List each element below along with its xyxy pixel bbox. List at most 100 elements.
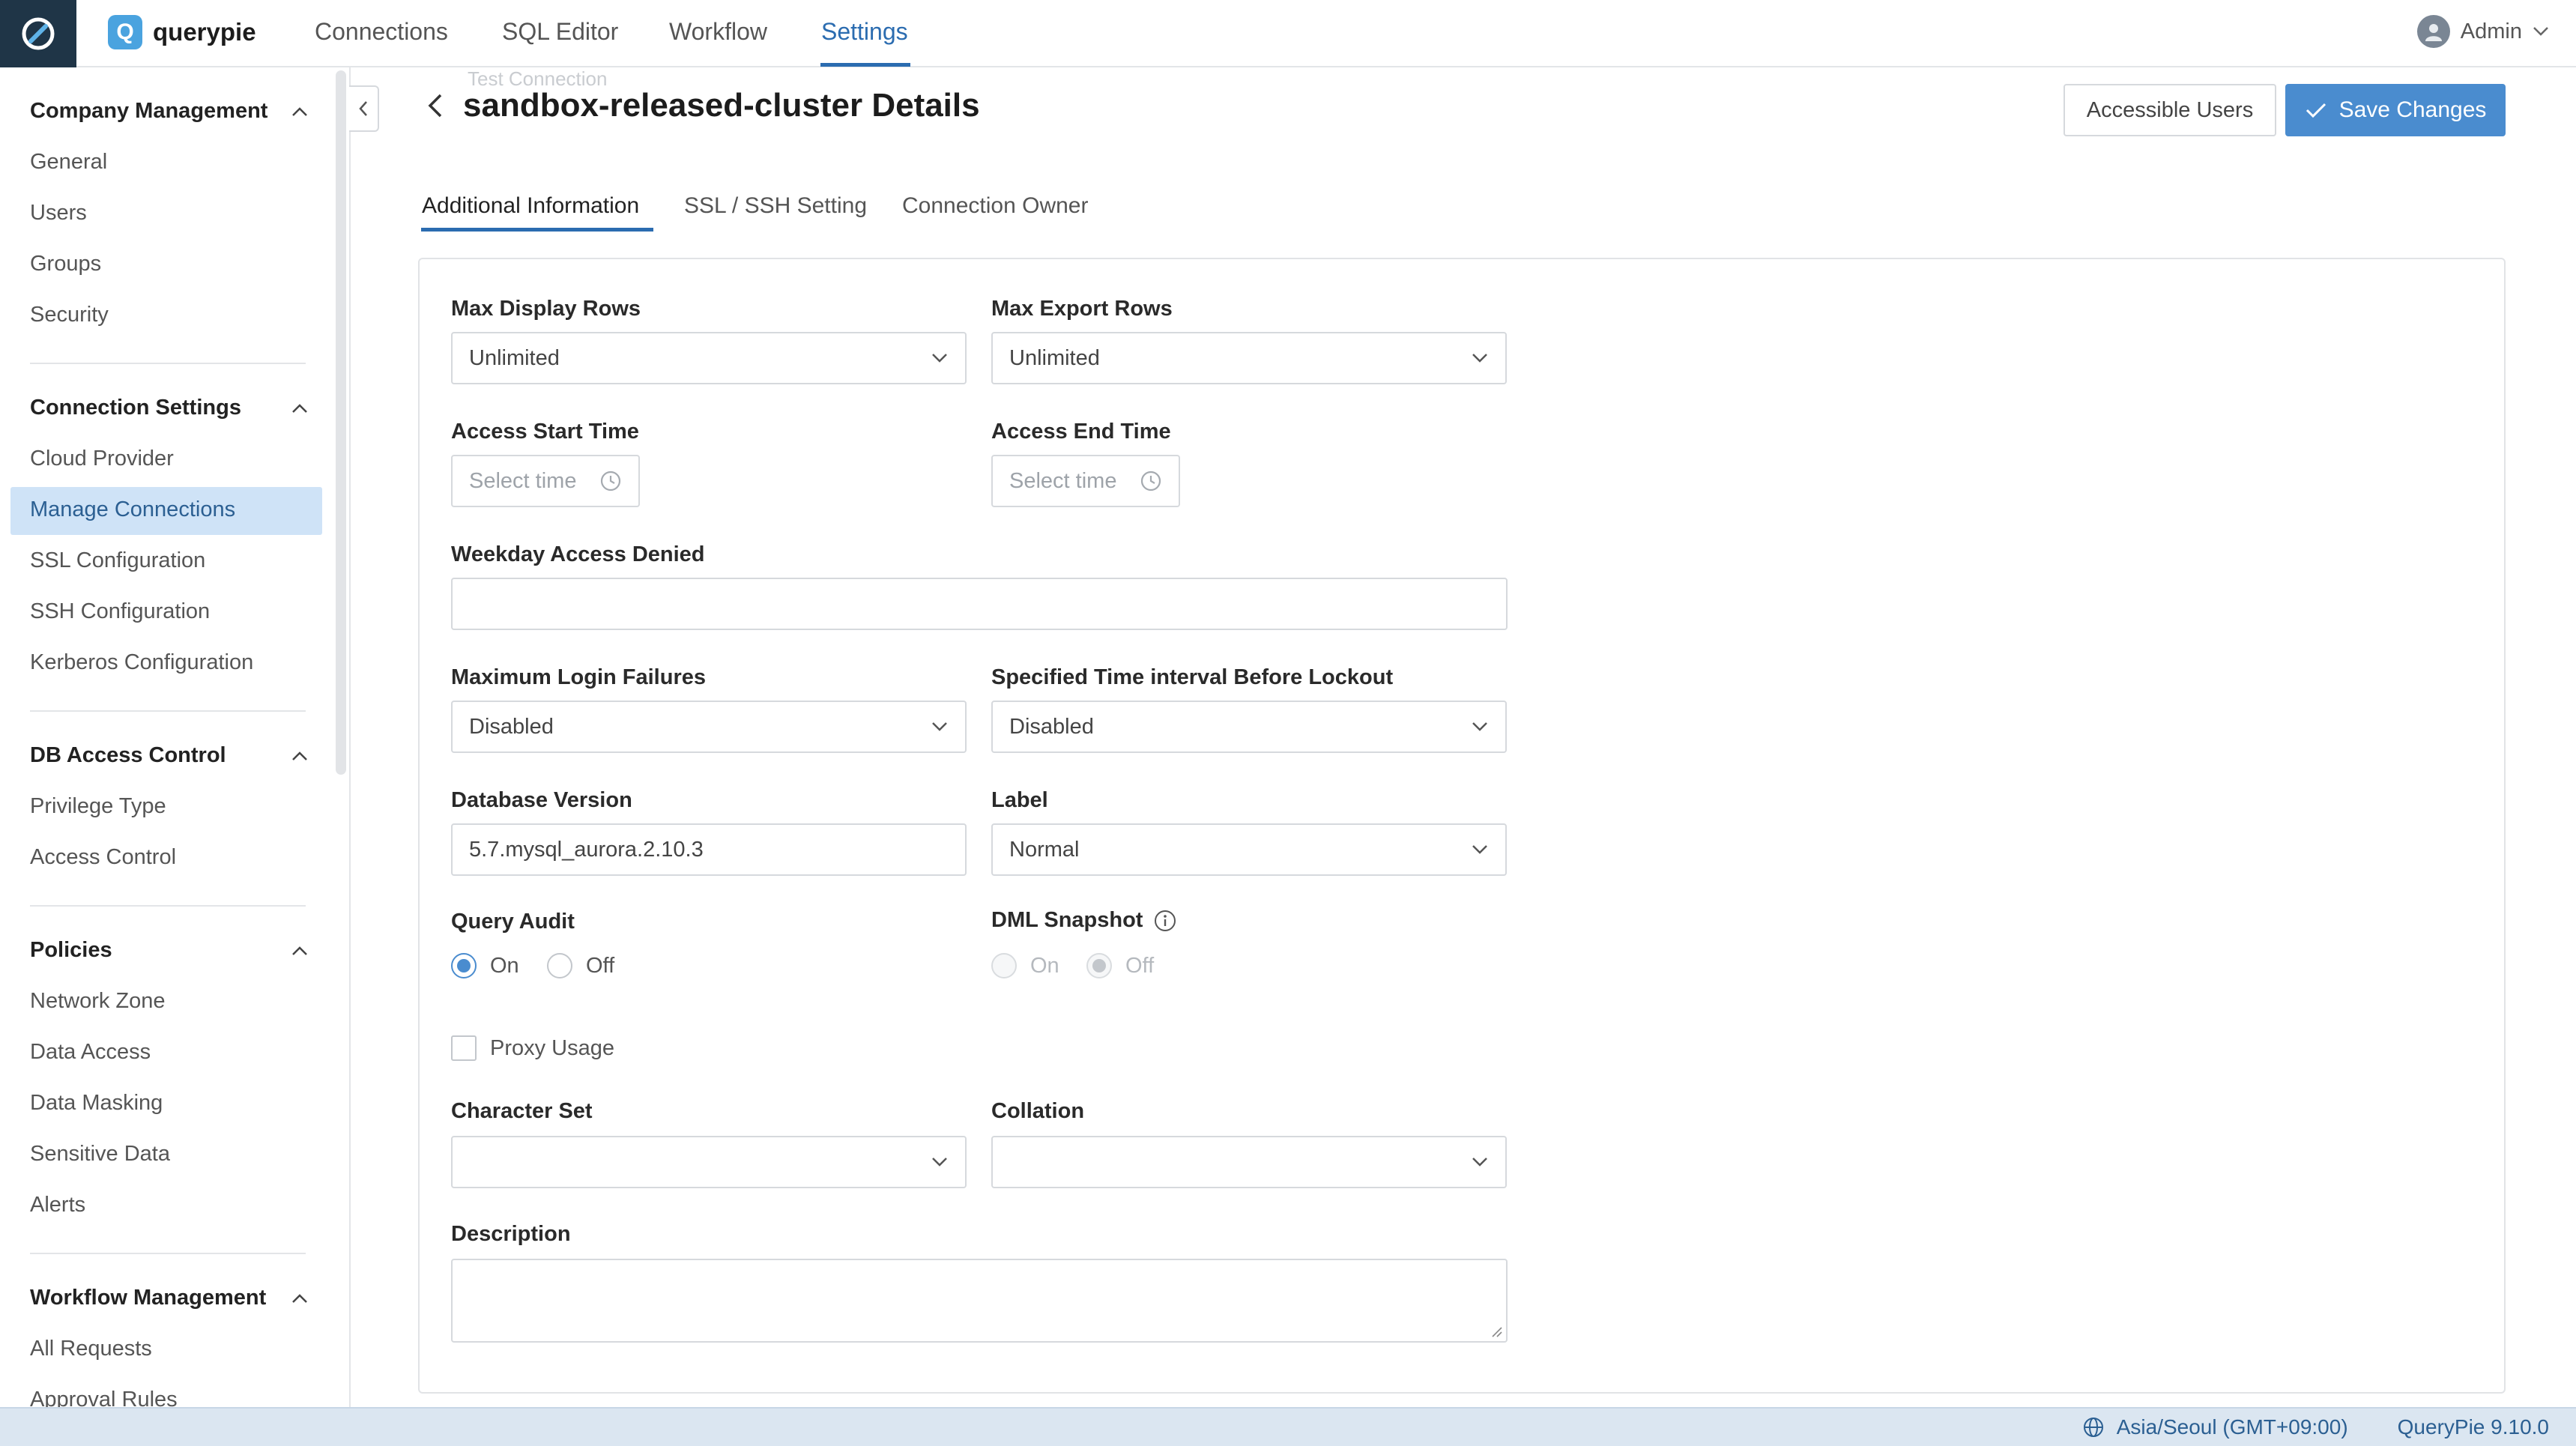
lockout-interval-select[interactable]: Disabled — [991, 701, 1507, 753]
nav-connections[interactable]: Connections — [315, 18, 448, 46]
description-textarea[interactable] — [451, 1259, 1508, 1343]
max-display-rows-select[interactable]: Unlimited — [451, 332, 967, 384]
sidebar-item-ssh-configuration[interactable]: SSH Configuration — [30, 599, 210, 624]
radio-label: On — [1030, 953, 1059, 978]
sidebar-item-ssl-configuration[interactable]: SSL Configuration — [30, 548, 205, 573]
sidebar-item-network-zone[interactable]: Network Zone — [30, 989, 166, 1014]
section-title: Connection Settings — [30, 396, 241, 420]
database-version-input[interactable]: 5.7.mysql_aurora.2.10.3 — [451, 823, 967, 876]
save-changes-label: Save Changes — [2338, 97, 2487, 122]
dml-snapshot-off-radio[interactable]: Off — [1086, 953, 1154, 978]
proxy-usage-checkbox[interactable]: Proxy Usage — [451, 1035, 614, 1061]
radio-label: Off — [1125, 953, 1155, 978]
database-version-label: Database Version — [451, 788, 632, 812]
section-workflow-management[interactable]: Workflow Management — [30, 1286, 309, 1310]
querypie-logo-icon: Q — [108, 15, 142, 49]
sidebar-divider — [30, 363, 306, 364]
settings-sidebar: Company Management General Users Groups … — [0, 67, 351, 1407]
user-menu[interactable]: Admin — [2416, 15, 2549, 48]
section-title: DB Access Control — [30, 743, 226, 767]
globe-icon — [2083, 1418, 2103, 1437]
max-display-rows-label: Max Display Rows — [451, 297, 641, 321]
timezone-indicator[interactable]: Asia/Seoul (GMT+09:00) — [2082, 1415, 2348, 1439]
check-icon — [2306, 103, 2326, 118]
sidebar-item-all-requests[interactable]: All Requests — [30, 1337, 152, 1361]
select-value: Normal — [1009, 837, 1080, 862]
section-company-management[interactable]: Company Management — [30, 99, 309, 124]
chevron-down-icon — [1472, 1158, 1487, 1167]
label-field-label: Label — [991, 788, 1048, 812]
section-title: Workflow Management — [30, 1286, 267, 1310]
max-login-failures-select[interactable]: Disabled — [451, 701, 967, 753]
page-header: sandbox-released-cluster Details — [424, 87, 980, 124]
sidebar-collapse-button[interactable] — [349, 85, 379, 132]
info-icon[interactable] — [1153, 909, 1177, 933]
resize-handle-icon[interactable] — [1490, 1325, 1503, 1338]
nav-sql-editor[interactable]: SQL Editor — [502, 18, 618, 46]
radio-button — [451, 953, 477, 978]
access-start-time-label: Access Start Time — [451, 420, 639, 444]
lockout-interval-label: Specified Time interval Before Lockout — [991, 665, 1394, 689]
nav-workflow[interactable]: Workflow — [669, 18, 767, 46]
sidebar-divider — [30, 710, 306, 712]
collation-label: Collation — [991, 1099, 1085, 1123]
checkbox — [451, 1035, 477, 1061]
nav-settings[interactable]: Settings — [821, 18, 908, 46]
select-value: Disabled — [469, 714, 554, 739]
tab-additional-information[interactable]: Additional Information — [422, 193, 639, 219]
sidebar-item-alerts[interactable]: Alerts — [30, 1193, 85, 1217]
sidebar-item-security[interactable]: Security — [30, 303, 109, 327]
time-placeholder: Select time — [1009, 468, 1117, 493]
sidebar-item-access-control[interactable]: Access Control — [30, 845, 176, 870]
clock-icon — [600, 471, 621, 491]
access-end-time-label: Access End Time — [991, 420, 1171, 444]
section-policies[interactable]: Policies — [30, 938, 309, 963]
access-start-time-picker[interactable]: Select time — [451, 455, 640, 507]
sidebar-item-cloud-provider[interactable]: Cloud Provider — [30, 447, 174, 471]
chevron-down-icon — [932, 722, 947, 731]
access-end-time-picker[interactable]: Select time — [991, 455, 1180, 507]
sidebar-item-data-access[interactable]: Data Access — [30, 1040, 151, 1065]
chevron-up-icon — [292, 106, 307, 116]
sidebar-item-approval-rules[interactable]: Approval Rules — [30, 1388, 178, 1407]
sidebar-item-sensitive-data[interactable]: Sensitive Data — [30, 1142, 170, 1167]
dml-snapshot-on-radio[interactable]: On — [991, 953, 1059, 978]
select-value: Unlimited — [1009, 345, 1100, 370]
sidebar-item-groups[interactable]: Groups — [30, 252, 101, 276]
sidebar-item-general[interactable]: General — [30, 150, 107, 175]
character-set-select[interactable] — [451, 1136, 967, 1188]
tab-ssl-ssh-setting[interactable]: SSL / SSH Setting — [684, 193, 867, 219]
section-db-access-control[interactable]: DB Access Control — [30, 743, 309, 768]
character-set-label: Character Set — [451, 1099, 593, 1123]
max-export-rows-select[interactable]: Unlimited — [991, 332, 1507, 384]
sidebar-item-manage-connections[interactable]: Manage Connections — [30, 497, 235, 522]
brand[interactable]: Q querypie — [108, 15, 256, 49]
tab-active-indicator — [421, 228, 653, 232]
tab-connection-owner[interactable]: Connection Owner — [902, 193, 1088, 219]
query-audit-off-radio[interactable]: Off — [547, 953, 614, 978]
sidebar-item-users[interactable]: Users — [30, 201, 87, 226]
chevron-up-icon — [292, 403, 307, 413]
save-changes-button[interactable]: Save Changes — [2285, 84, 2506, 136]
radio-button — [1086, 953, 1112, 978]
section-connection-settings[interactable]: Connection Settings — [30, 396, 309, 420]
query-audit-on-radio[interactable]: On — [451, 953, 519, 978]
query-audit-label: Query Audit — [451, 910, 575, 934]
querypie-swirl-icon — [22, 17, 55, 50]
accessible-users-button[interactable]: Accessible Users — [2063, 84, 2276, 136]
chevron-up-icon — [292, 751, 307, 760]
back-arrow-icon[interactable] — [424, 92, 447, 119]
clock-icon — [1140, 471, 1161, 491]
weekday-access-denied-select[interactable] — [451, 578, 1508, 630]
nav-active-indicator — [820, 63, 910, 67]
sidebar-divider — [30, 905, 306, 907]
sidebar-item-kerberos-configuration[interactable]: Kerberos Configuration — [30, 650, 253, 675]
label-select[interactable]: Normal — [991, 823, 1507, 876]
select-value: Disabled — [1009, 714, 1094, 739]
collation-select[interactable] — [991, 1136, 1507, 1188]
sidebar-item-data-masking[interactable]: Data Masking — [30, 1091, 163, 1116]
user-name: Admin — [2460, 19, 2522, 43]
sidebar-item-privilege-type[interactable]: Privilege Type — [30, 794, 166, 819]
sidebar-scrollbar[interactable] — [336, 70, 346, 775]
app-switcher-button[interactable] — [0, 0, 76, 67]
